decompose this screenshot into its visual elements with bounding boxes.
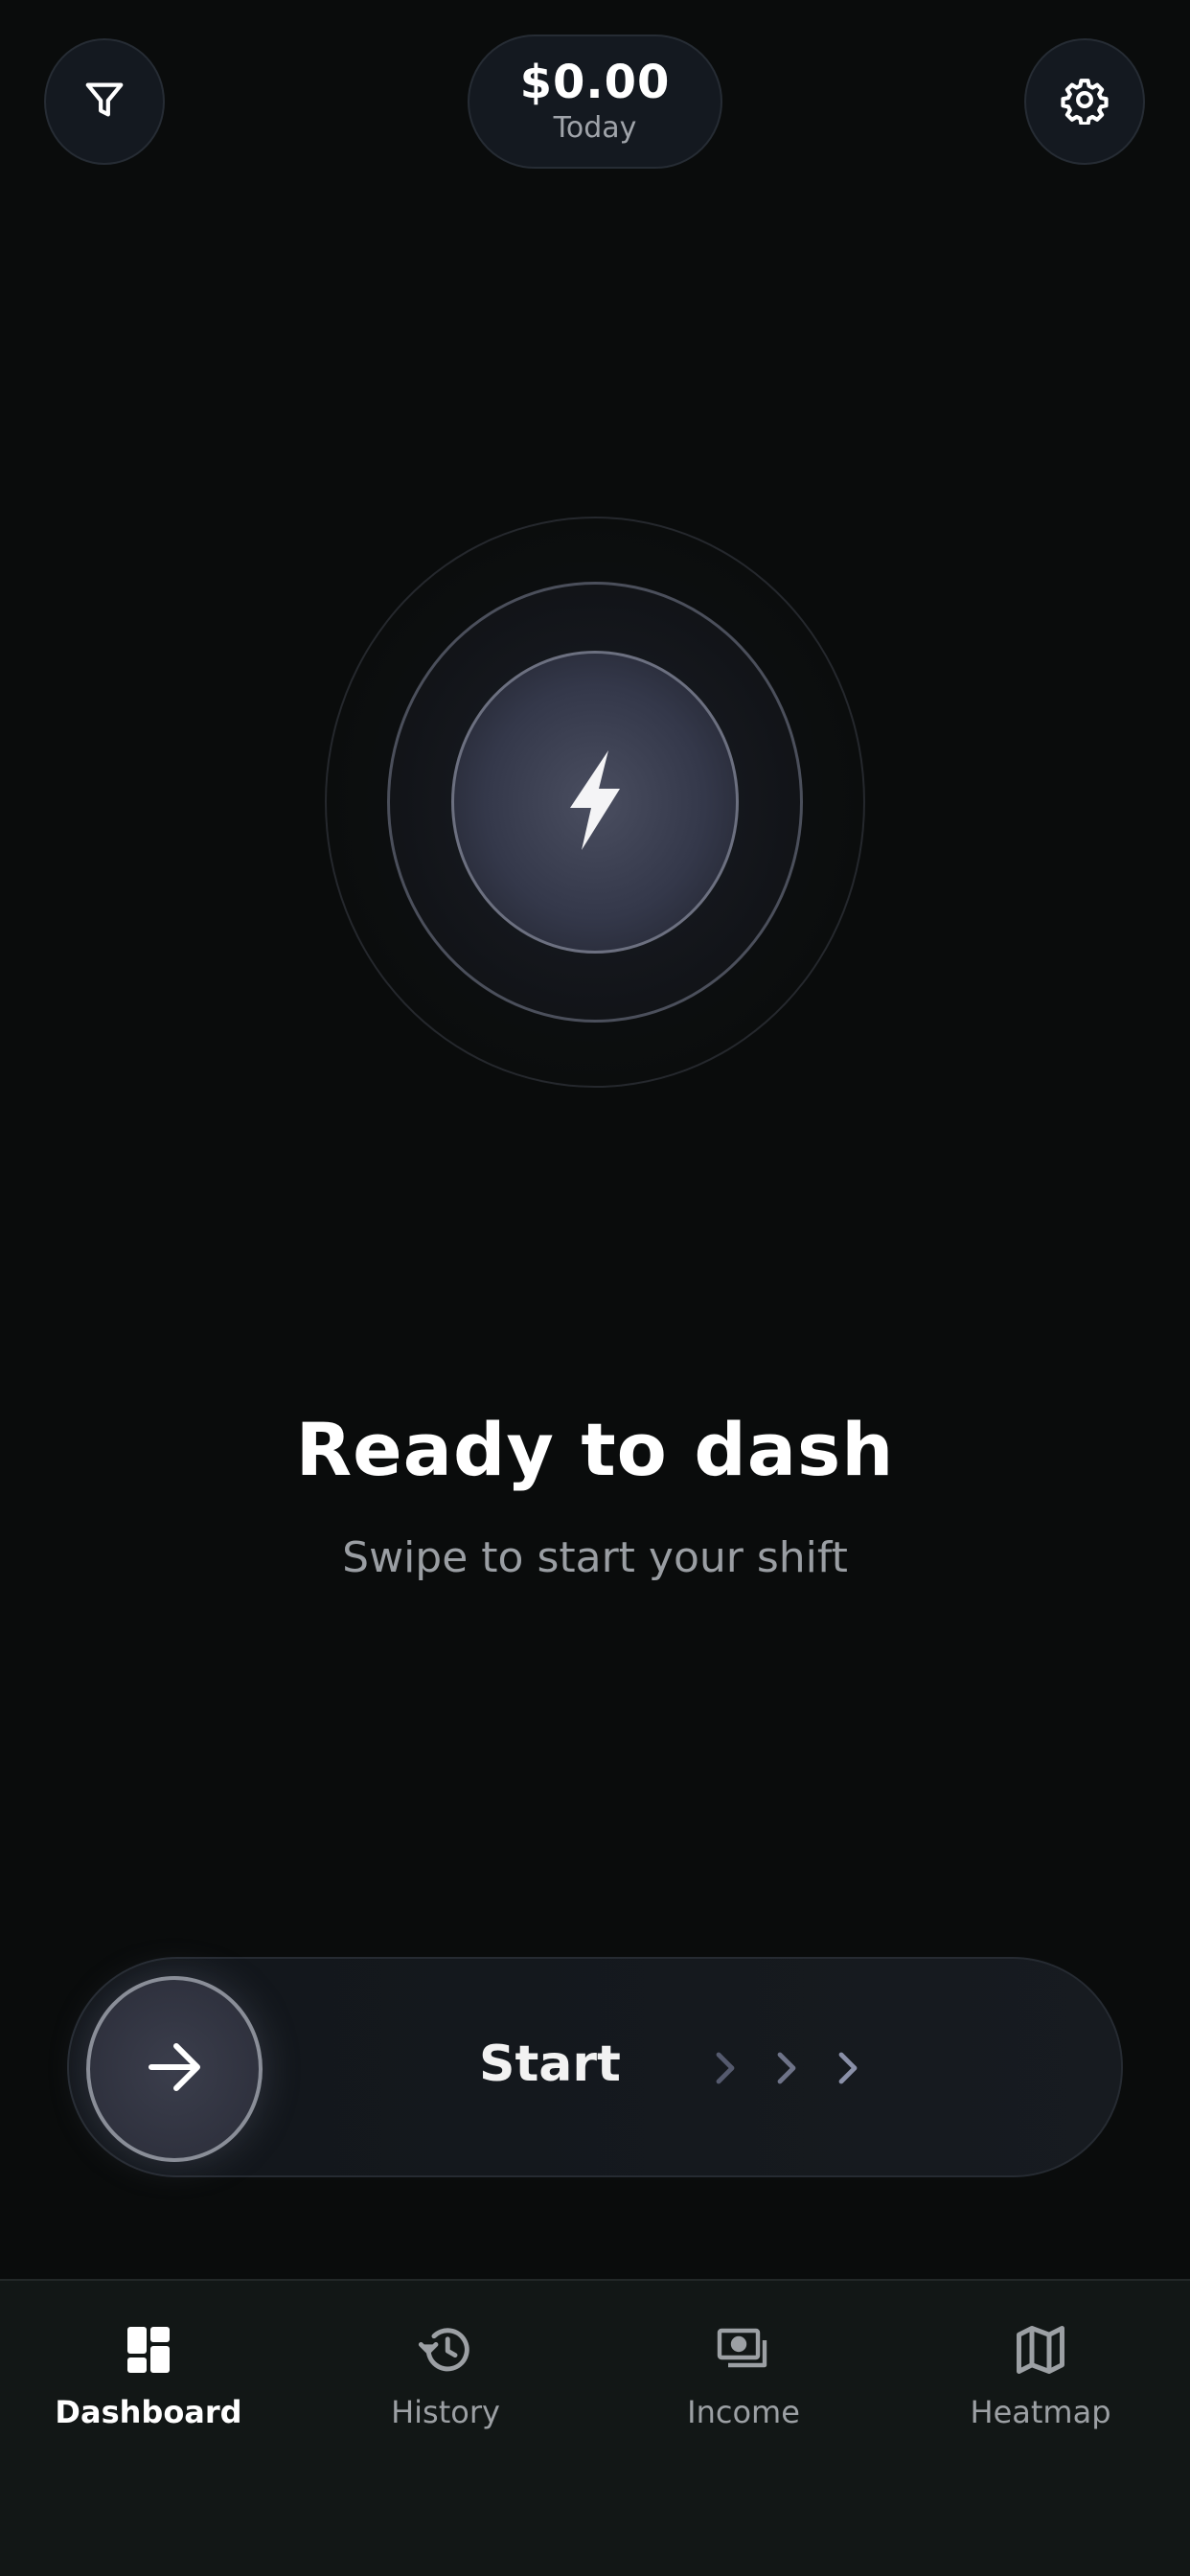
bottom-navigation: Dashboard History Income Heatmap <box>0 2279 1190 2576</box>
dashboard-screen: $0.00 Today Ready to dash Swipe to start… <box>0 0 1190 2576</box>
slider-knob[interactable] <box>86 1976 263 2162</box>
status-subtitle: Swipe to start your shift <box>342 1533 848 1582</box>
radar-inner-ring <box>451 651 739 954</box>
earnings-amount: $0.00 <box>519 55 671 109</box>
nav-label: History <box>391 2394 500 2430</box>
lightning-bolt-icon <box>566 750 624 854</box>
income-icon <box>715 2321 772 2379</box>
arrow-right-icon <box>146 2040 203 2098</box>
earnings-period-label: Today <box>553 110 637 145</box>
filter-button[interactable] <box>44 38 165 165</box>
slider-label: Start <box>479 2036 621 2093</box>
slider-chevrons <box>711 2047 862 2089</box>
map-icon <box>1012 2321 1069 2379</box>
gear-icon <box>1061 75 1109 128</box>
nav-item-dashboard[interactable]: Dashboard <box>0 2321 297 2455</box>
chevron-right-icon <box>711 2047 740 2089</box>
nav-label: Heatmap <box>970 2394 1111 2430</box>
status-title: Ready to dash <box>295 1407 895 1492</box>
earnings-today-pill[interactable]: $0.00 Today <box>468 34 722 169</box>
filter-icon <box>82 75 126 128</box>
swipe-to-start-slider[interactable]: Start <box>67 1957 1123 2177</box>
settings-button[interactable] <box>1024 38 1145 165</box>
nav-item-history[interactable]: History <box>297 2321 594 2455</box>
dashboard-icon <box>120 2321 177 2379</box>
chevron-right-icon <box>772 2047 801 2089</box>
nav-item-heatmap[interactable]: Heatmap <box>892 2321 1189 2455</box>
nav-item-income[interactable]: Income <box>595 2321 892 2455</box>
nav-label: Dashboard <box>55 2394 242 2430</box>
nav-label: Income <box>687 2394 800 2430</box>
history-icon <box>417 2321 474 2379</box>
chevron-right-icon <box>834 2047 862 2089</box>
